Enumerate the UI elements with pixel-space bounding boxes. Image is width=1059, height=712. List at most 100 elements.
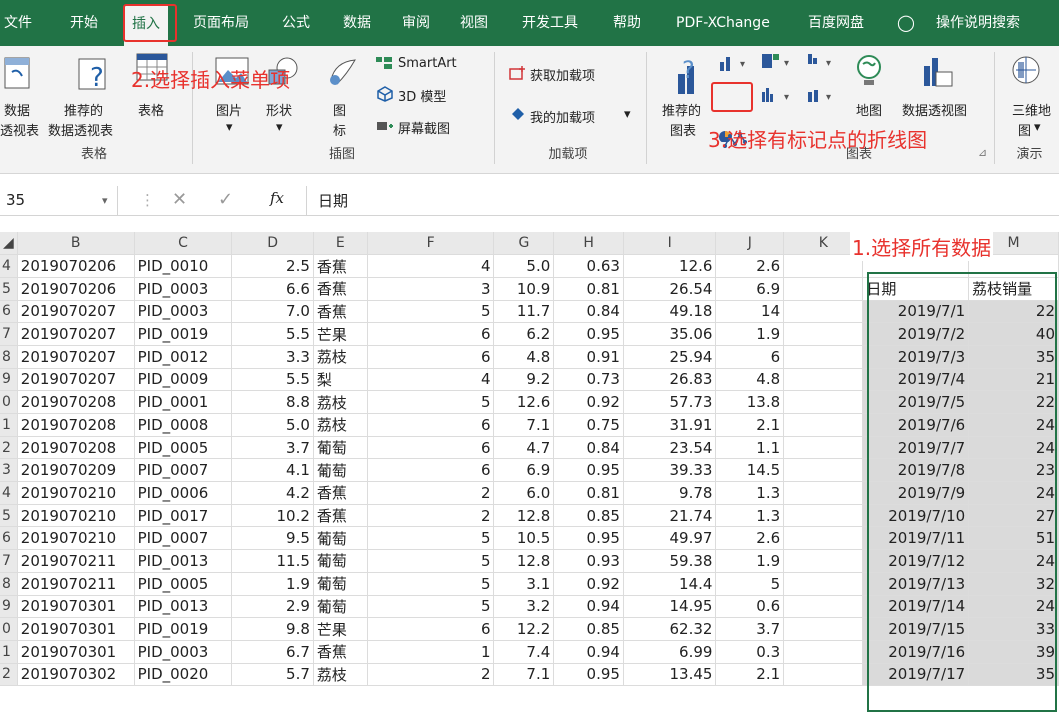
cell-e[interactable]: 香蕉 xyxy=(313,254,368,278)
cell-h[interactable]: 0.93 xyxy=(553,549,624,573)
cell-j[interactable]: 4.8 xyxy=(715,368,785,392)
cell-g[interactable]: 6.0 xyxy=(493,481,555,505)
row-header[interactable]: 9 xyxy=(0,595,18,619)
map-button[interactable]: 地图 xyxy=(856,100,882,119)
cell-c[interactable]: PID_0001 xyxy=(134,390,233,414)
cell-j[interactable]: 0.6 xyxy=(715,595,785,619)
row-header[interactable]: 0 xyxy=(0,390,18,414)
screenshot-button[interactable]: 屏幕截图 xyxy=(398,118,450,137)
cell-h[interactable]: 0.81 xyxy=(553,277,624,301)
tell-me-search[interactable]: 操作说明搜索 xyxy=(936,0,1020,46)
recommended-charts-label[interactable]: 推荐的 xyxy=(662,100,701,119)
cell-b[interactable]: 2019070301 xyxy=(17,595,135,619)
function-icon[interactable]: fx xyxy=(270,189,284,207)
row-header[interactable]: 8 xyxy=(0,572,18,596)
cell-h[interactable]: 0.81 xyxy=(553,481,624,505)
cell-h[interactable]: 0.75 xyxy=(553,413,624,437)
cell-d[interactable]: 5.7 xyxy=(231,663,314,687)
cell-k[interactable] xyxy=(783,413,864,437)
row-header[interactable]: 2 xyxy=(0,663,18,687)
cell-c[interactable]: PID_0005 xyxy=(134,572,233,596)
cell-l[interactable]: 2019/7/13 xyxy=(862,572,970,596)
my-addins-button[interactable]: 我的加载项 xyxy=(530,107,595,126)
cell-b[interactable]: 2019070210 xyxy=(17,504,135,528)
shapes-button[interactable]: 形状 xyxy=(266,100,292,119)
cell-k[interactable] xyxy=(783,663,864,687)
hierarchy-chart-icon[interactable]: ▾ xyxy=(760,52,800,72)
cell-j[interactable]: 3.7 xyxy=(715,617,785,641)
cell-m[interactable]: 荔枝销量 xyxy=(968,277,1059,301)
pivot-table-label-2[interactable]: 透视表 xyxy=(0,120,39,139)
name-box[interactable]: 35 ▾ xyxy=(0,186,118,215)
cell-d[interactable]: 9.8 xyxy=(231,617,314,641)
cell-g[interactable]: 12.8 xyxy=(493,549,555,573)
cell-b[interactable]: 2019070209 xyxy=(17,458,135,483)
cell-h[interactable]: 0.94 xyxy=(553,640,624,664)
cell-l[interactable]: 2019/7/1 xyxy=(862,300,970,324)
cell-c[interactable]: PID_0003 xyxy=(134,640,233,664)
cell-l[interactable]: 2019/7/3 xyxy=(862,345,970,369)
select-all-corner[interactable]: ◢ xyxy=(0,232,18,256)
row-header[interactable]: 4 xyxy=(0,481,18,505)
cell-i[interactable]: 26.54 xyxy=(623,277,717,301)
cell-l[interactable]: 2019/7/15 xyxy=(862,617,970,641)
cell-e[interactable]: 香蕉 xyxy=(313,300,368,324)
tab-file[interactable]: 文件 xyxy=(4,0,32,46)
cell-f[interactable]: 6 xyxy=(367,322,495,346)
row-header[interactable]: 2 xyxy=(0,436,18,460)
cell-i[interactable]: 21.74 xyxy=(623,504,717,528)
cell-g[interactable]: 12.2 xyxy=(493,617,555,641)
cell-d[interactable]: 2.9 xyxy=(231,595,314,619)
cell-l[interactable]: 2019/7/12 xyxy=(862,549,970,573)
cell-g[interactable]: 9.2 xyxy=(493,368,555,392)
cell-c[interactable]: PID_0013 xyxy=(134,549,233,573)
cell-e[interactable]: 香蕉 xyxy=(313,481,368,505)
cell-j[interactable]: 2.1 xyxy=(715,663,785,687)
cell-h[interactable]: 0.84 xyxy=(553,300,624,324)
cell-j[interactable]: 6 xyxy=(715,345,785,369)
cell-f[interactable]: 5 xyxy=(367,390,495,414)
column-header[interactable]: B xyxy=(17,232,135,256)
cell-k[interactable] xyxy=(783,504,864,528)
cell-m[interactable]: 24 xyxy=(968,595,1059,619)
cell-i[interactable]: 59.38 xyxy=(623,549,717,573)
cell-g[interactable]: 7.1 xyxy=(493,663,555,687)
column-header[interactable]: G xyxy=(493,232,555,256)
cell-b[interactable]: 2019070207 xyxy=(17,368,135,392)
cell-m[interactable]: 32 xyxy=(968,572,1059,596)
cell-d[interactable]: 5.5 xyxy=(231,368,314,392)
cell-c[interactable]: PID_0009 xyxy=(134,368,233,392)
cell-m[interactable]: 24 xyxy=(968,481,1059,505)
cell-e[interactable]: 芒果 xyxy=(313,322,368,346)
tab-page-layout[interactable]: 页面布局 xyxy=(193,0,249,46)
cell-i[interactable]: 26.83 xyxy=(623,368,717,392)
cell-c[interactable]: PID_0006 xyxy=(134,481,233,505)
cell-c[interactable]: PID_0017 xyxy=(134,504,233,528)
get-addins-button[interactable]: 获取加载项 xyxy=(530,65,595,84)
cell-k[interactable] xyxy=(783,322,864,346)
cell-i[interactable]: 49.97 xyxy=(623,526,717,551)
cell-m[interactable]: 40 xyxy=(968,322,1059,346)
cell-d[interactable]: 4.2 xyxy=(231,481,314,505)
cell-i[interactable]: 13.45 xyxy=(623,663,717,687)
cell-g[interactable]: 4.8 xyxy=(493,345,555,369)
row-header[interactable]: 6 xyxy=(0,526,18,551)
cell-c[interactable]: PID_0019 xyxy=(134,617,233,641)
statistic-chart-icon[interactable]: ▾ xyxy=(760,86,800,106)
cell-f[interactable]: 1 xyxy=(367,640,495,664)
cell-k[interactable] xyxy=(783,368,864,392)
cell-c[interactable]: PID_0007 xyxy=(134,526,233,551)
cell-h[interactable]: 0.95 xyxy=(553,322,624,346)
pivot-chart-button[interactable]: 数据透视图 xyxy=(902,100,967,119)
cell-k[interactable] xyxy=(783,617,864,641)
cell-d[interactable]: 6.6 xyxy=(231,277,314,301)
cell-d[interactable]: 9.5 xyxy=(231,526,314,551)
cell-k[interactable] xyxy=(783,458,864,483)
cell-d[interactable]: 10.2 xyxy=(231,504,314,528)
cell-d[interactable]: 7.0 xyxy=(231,300,314,324)
cell-b[interactable]: 2019070210 xyxy=(17,481,135,505)
cell-c[interactable]: PID_0019 xyxy=(134,322,233,346)
cell-j[interactable]: 1.9 xyxy=(715,549,785,573)
cell-g[interactable]: 5.0 xyxy=(493,254,555,278)
cell-h[interactable]: 0.63 xyxy=(553,254,624,278)
